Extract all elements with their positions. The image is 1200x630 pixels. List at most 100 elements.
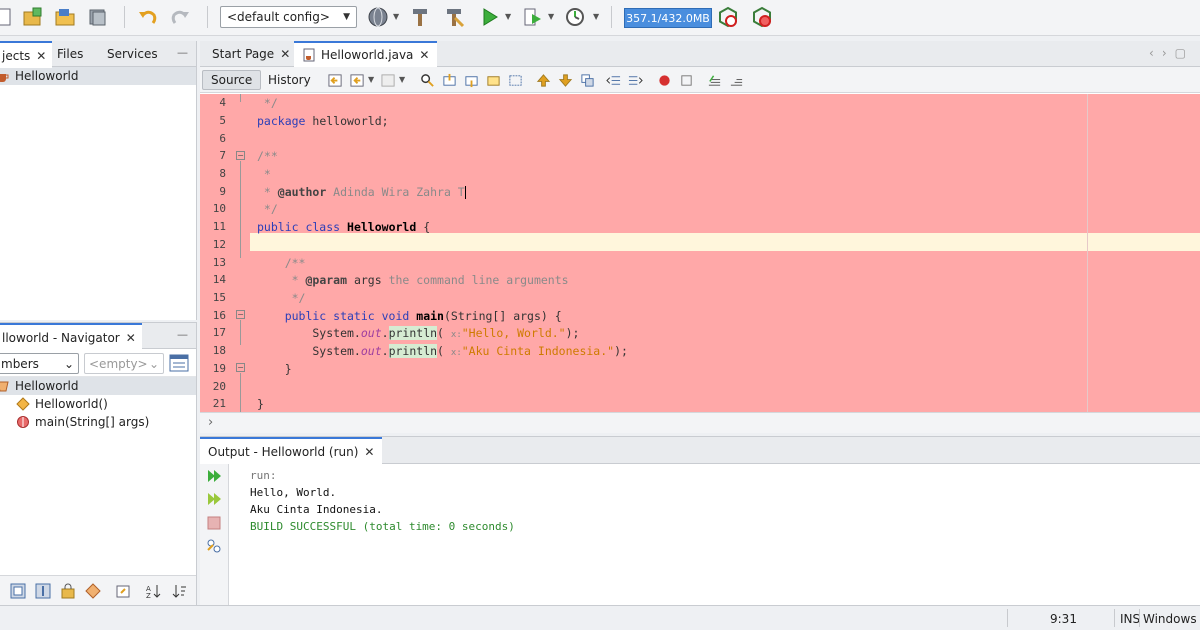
profile-ide-icon[interactable] bbox=[750, 5, 774, 29]
project-tree-item[interactable]: Helloworld bbox=[0, 67, 196, 85]
coffee-cup-icon bbox=[0, 69, 10, 83]
editor-tab-navigation: ‹›▢ bbox=[1149, 46, 1194, 60]
build-hammer-icon[interactable] bbox=[408, 5, 432, 29]
close-icon[interactable]: ✕ bbox=[364, 445, 374, 459]
show-fields-icon[interactable] bbox=[9, 582, 27, 600]
sort-by-name-icon[interactable]: AZ bbox=[144, 582, 162, 600]
fold-collapse-icon[interactable]: − bbox=[236, 151, 245, 160]
run-dropdown-icon[interactable]: ▼ bbox=[505, 12, 511, 21]
shift-right-icon[interactable] bbox=[627, 72, 643, 88]
insert-mode[interactable]: INS bbox=[1120, 612, 1140, 626]
rerun-icon[interactable] bbox=[206, 468, 222, 484]
output-tabs: Output - Helloworld (run) ✕ bbox=[200, 437, 1200, 464]
fold-collapse-icon[interactable]: − bbox=[236, 310, 245, 319]
config-select[interactable]: <default config> ▼ bbox=[220, 6, 357, 28]
forward-dropdown-icon[interactable]: ▼ bbox=[399, 75, 405, 84]
field-name: out bbox=[360, 344, 382, 358]
toggle-bookmark-icon[interactable] bbox=[579, 72, 595, 88]
navigator-class-item[interactable]: Helloworld bbox=[0, 377, 196, 395]
close-icon[interactable]: ✕ bbox=[280, 47, 290, 61]
navigator-method-item[interactable]: main(String[] args) bbox=[0, 413, 196, 431]
close-icon[interactable]: ✕ bbox=[126, 331, 136, 345]
find-previous-icon[interactable] bbox=[441, 72, 457, 88]
sort-by-source-icon[interactable] bbox=[114, 582, 132, 600]
restore-window-icon[interactable]: ▢ bbox=[1175, 46, 1194, 60]
sort-descending-icon[interactable] bbox=[170, 582, 188, 600]
parameter-hint: x: bbox=[450, 330, 462, 340]
navigator-toolbar: AZ bbox=[0, 575, 196, 605]
line-ending[interactable]: Windows (C bbox=[1143, 612, 1200, 626]
globe-icon[interactable] bbox=[366, 5, 390, 29]
tab-services[interactable]: Services bbox=[101, 41, 164, 67]
show-non-public-icon[interactable] bbox=[59, 582, 77, 600]
memory-indicator[interactable]: 357.1/432.0MB bbox=[624, 8, 712, 28]
profile-dropdown-icon[interactable]: ▼ bbox=[593, 12, 599, 21]
new-file-icon[interactable] bbox=[0, 5, 16, 29]
line-number: 16 bbox=[212, 309, 226, 322]
rerun-with-parameters-icon[interactable] bbox=[206, 491, 222, 507]
run-icon[interactable] bbox=[478, 5, 502, 29]
close-icon[interactable]: ✕ bbox=[419, 48, 429, 62]
editor-tabs: Start Page ✕ Helloworld.java ✕ ‹›▢ bbox=[200, 41, 1200, 67]
close-icon[interactable]: ✕ bbox=[36, 49, 46, 63]
fold-guide bbox=[240, 161, 241, 258]
next-bookmark-icon[interactable] bbox=[557, 72, 573, 88]
code-editor[interactable]: 4 5 6 7 8 9 10 11 12 13 14 15 16 17 18 1… bbox=[200, 94, 1200, 412]
show-inherited-icon[interactable] bbox=[84, 582, 102, 600]
navigator-constructor-item[interactable]: Helloworld() bbox=[0, 395, 196, 413]
history-mode-button[interactable]: History bbox=[260, 70, 319, 90]
stop-macro-recording-icon[interactable] bbox=[678, 72, 694, 88]
chevron-right-icon[interactable]: › bbox=[1162, 46, 1175, 60]
chevron-down-icon: ⌄ bbox=[63, 356, 74, 371]
back-icon[interactable] bbox=[349, 72, 365, 88]
uncomment-icon[interactable] bbox=[728, 72, 744, 88]
stop-icon[interactable] bbox=[206, 515, 222, 531]
comment-icon[interactable] bbox=[706, 72, 722, 88]
tab-projects[interactable]: jects ✕ bbox=[0, 41, 53, 68]
chevron-right-icon[interactable]: › bbox=[208, 415, 213, 430]
java-file-icon bbox=[302, 48, 316, 62]
start-macro-recording-icon[interactable] bbox=[656, 72, 672, 88]
keyword: package bbox=[257, 114, 306, 128]
clean-build-icon[interactable] bbox=[442, 5, 466, 29]
tab-navigator[interactable]: lloworld - Navigator ✕ bbox=[0, 323, 142, 350]
tab-start-page[interactable]: Start Page ✕ bbox=[204, 41, 298, 67]
minimize-icon[interactable]: — bbox=[177, 46, 188, 59]
fold-guide bbox=[240, 320, 241, 345]
profile-icon[interactable] bbox=[563, 5, 587, 29]
shift-left-icon[interactable] bbox=[605, 72, 621, 88]
find-icon[interactable] bbox=[419, 72, 435, 88]
tab-output[interactable]: Output - Helloworld (run) ✕ bbox=[200, 437, 383, 464]
debug-dropdown-icon[interactable]: ▼ bbox=[548, 12, 554, 21]
garbage-collect-icon[interactable] bbox=[716, 5, 740, 29]
previous-bookmark-icon[interactable] bbox=[535, 72, 551, 88]
back-dropdown-icon[interactable]: ▼ bbox=[368, 75, 374, 84]
debug-icon[interactable] bbox=[521, 5, 545, 29]
rectangular-selection-icon[interactable] bbox=[507, 72, 523, 88]
redo-icon[interactable] bbox=[168, 5, 192, 29]
new-project-icon[interactable] bbox=[20, 5, 44, 29]
forward-icon[interactable] bbox=[380, 72, 396, 88]
save-all-icon[interactable] bbox=[86, 5, 110, 29]
minimize-icon[interactable]: — bbox=[177, 328, 188, 341]
tab-projects-label: jects bbox=[2, 48, 31, 63]
toggle-highlight-icon[interactable] bbox=[485, 72, 501, 88]
output-line: Hello, World. bbox=[250, 486, 337, 499]
chevron-left-icon[interactable]: ‹ bbox=[1149, 46, 1162, 60]
open-project-icon[interactable] bbox=[53, 5, 77, 29]
navigator-options-icon[interactable] bbox=[169, 354, 189, 372]
tab-files[interactable]: Files bbox=[51, 41, 89, 67]
undo-icon[interactable] bbox=[136, 5, 160, 29]
fold-collapse-icon[interactable]: − bbox=[236, 363, 245, 372]
show-static-icon[interactable] bbox=[34, 582, 52, 600]
find-next-icon[interactable] bbox=[463, 72, 479, 88]
settings-icon[interactable] bbox=[206, 538, 222, 554]
tab-helloworld-java-label: Helloworld.java bbox=[321, 48, 414, 62]
members-filter-select[interactable]: mbers ⌄ bbox=[0, 353, 79, 374]
source-mode-button[interactable]: Source bbox=[202, 70, 262, 90]
line-number: 7 bbox=[219, 149, 226, 162]
last-edit-icon[interactable] bbox=[327, 72, 343, 88]
tab-helloworld-java[interactable]: Helloworld.java ✕ bbox=[294, 41, 438, 67]
empty-filter-select[interactable]: <empty> ⌄ bbox=[84, 353, 164, 374]
globe-dropdown-icon[interactable]: ▼ bbox=[393, 12, 399, 21]
